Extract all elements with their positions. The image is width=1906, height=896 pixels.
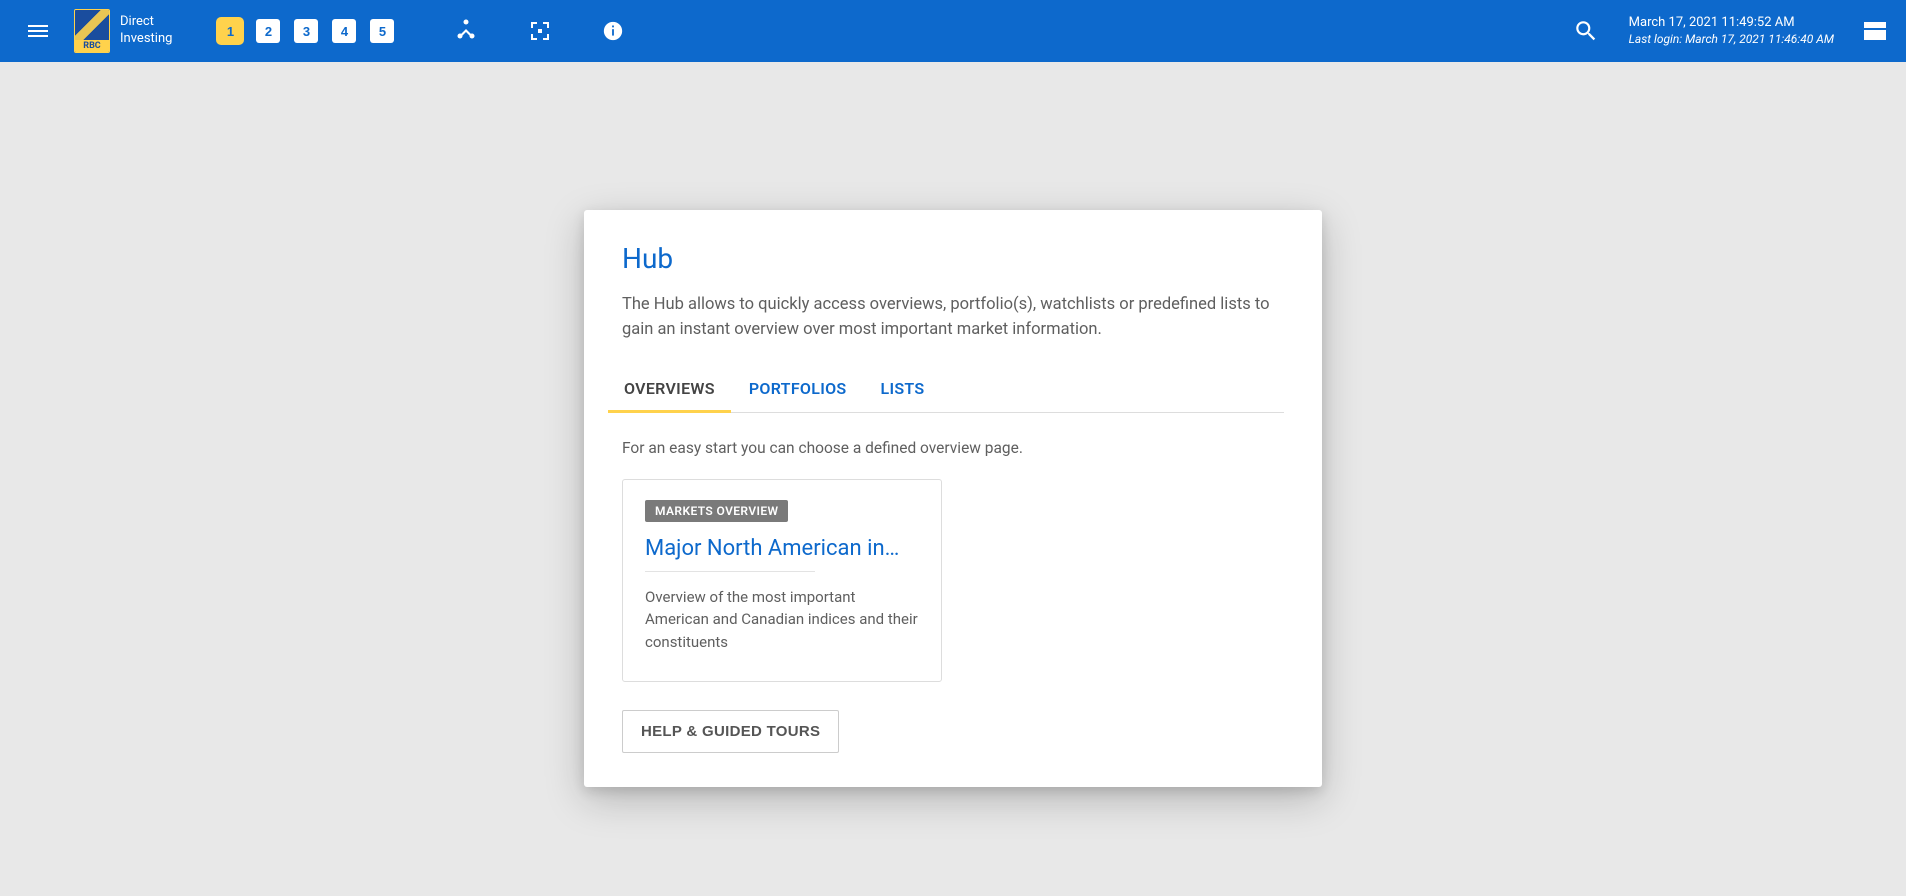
current-time-label: March 17, 2021 11:49:52 AM: [1629, 15, 1834, 32]
workspace-button-1[interactable]: 1: [218, 19, 242, 43]
account-menu-icon[interactable]: [1864, 22, 1886, 40]
card-divider: [645, 571, 815, 572]
info-icon[interactable]: [602, 20, 624, 42]
tab-lists[interactable]: LISTS: [879, 371, 927, 412]
brand-name-label: Direct Investing: [120, 14, 172, 48]
top-bar: RBC Direct Investing 1 2 3 4 5: [0, 0, 1906, 62]
workspace-number-buttons: 1 2 3 4 5: [218, 19, 394, 43]
brand-logo-area[interactable]: RBC Direct Investing: [74, 9, 172, 53]
search-icon[interactable]: [1573, 18, 1599, 44]
toolbar-icons: [454, 19, 624, 43]
tab-intro-text: For an easy start you can choose a defin…: [622, 439, 1284, 457]
hub-title: Hub: [622, 242, 1284, 275]
hub-description: The Hub allows to quickly access overvie…: [622, 293, 1284, 343]
help-guided-tours-button[interactable]: HELP & GUIDED TOURS: [622, 710, 839, 753]
timestamp-block: March 17, 2021 11:49:52 AM Last login: M…: [1629, 15, 1834, 47]
workspace-button-3[interactable]: 3: [294, 19, 318, 43]
card-description: Overview of the most important American …: [645, 586, 919, 654]
card-title: Major North American in…: [645, 536, 919, 561]
workspace-button-4[interactable]: 4: [332, 19, 356, 43]
logo-sub-label: RBC: [75, 40, 109, 52]
merge-icon[interactable]: [454, 19, 478, 43]
hub-tabs: OVERVIEWS PORTFOLIOS LISTS: [622, 371, 1284, 413]
hub-card: Hub The Hub allows to quickly access ove…: [584, 210, 1322, 787]
card-badge: MARKETS OVERVIEW: [645, 500, 788, 522]
fullscreen-icon[interactable]: [528, 19, 552, 43]
rbc-logo-icon: RBC: [74, 9, 110, 53]
last-login-label: Last login: March 17, 2021 11:46:40 AM: [1629, 32, 1834, 48]
workspace-button-5[interactable]: 5: [370, 19, 394, 43]
workspace-button-2[interactable]: 2: [256, 19, 280, 43]
brand-line2: Investing: [120, 31, 172, 48]
tab-portfolios[interactable]: PORTFOLIOS: [747, 371, 849, 412]
header-right: March 17, 2021 11:49:52 AM Last login: M…: [1573, 15, 1886, 47]
tab-overviews[interactable]: OVERVIEWS: [622, 371, 717, 412]
overview-card-markets[interactable]: MARKETS OVERVIEW Major North American in…: [622, 479, 942, 683]
brand-line1: Direct: [120, 14, 172, 31]
hamburger-menu-icon[interactable]: [20, 17, 56, 45]
